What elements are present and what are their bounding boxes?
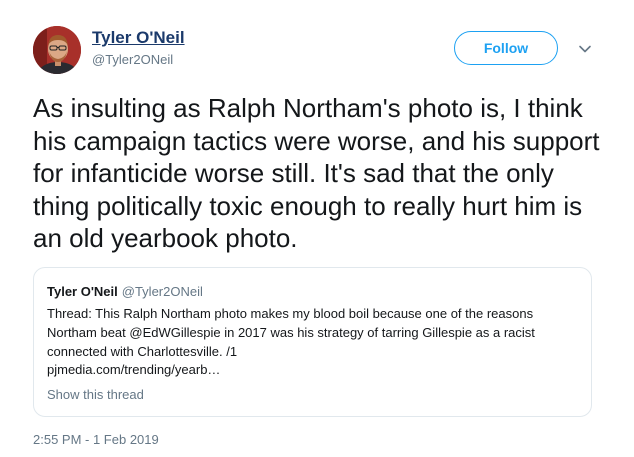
- follow-button[interactable]: Follow: [454, 31, 558, 65]
- quoted-author-handle: @Tyler2ONeil: [121, 284, 203, 299]
- quoted-tweet-header: Tyler O'Neil @Tyler2ONeil: [47, 284, 203, 299]
- quoted-tweet-text: Thread: This Ralph Northam photo makes m…: [47, 306, 535, 359]
- author-name[interactable]: Tyler O'Neil: [92, 28, 185, 48]
- author-handle: @Tyler2ONeil: [92, 52, 174, 67]
- avatar[interactable]: [33, 26, 81, 74]
- chevron-down-icon[interactable]: [578, 42, 592, 56]
- quoted-tweet-link[interactable]: pjmedia.com/trending/yearb…: [47, 362, 220, 377]
- quoted-author-name: Tyler O'Neil: [47, 284, 118, 299]
- quoted-tweet[interactable]: Tyler O'Neil @Tyler2ONeil Thread: This Ra…: [33, 267, 592, 417]
- show-thread-link[interactable]: Show this thread: [47, 387, 144, 402]
- tweet-text: As insulting as Ralph Northam's photo is…: [33, 93, 600, 253]
- tweet-timestamp[interactable]: 2:55 PM - 1 Feb 2019: [33, 432, 159, 447]
- avatar-image: [33, 26, 81, 74]
